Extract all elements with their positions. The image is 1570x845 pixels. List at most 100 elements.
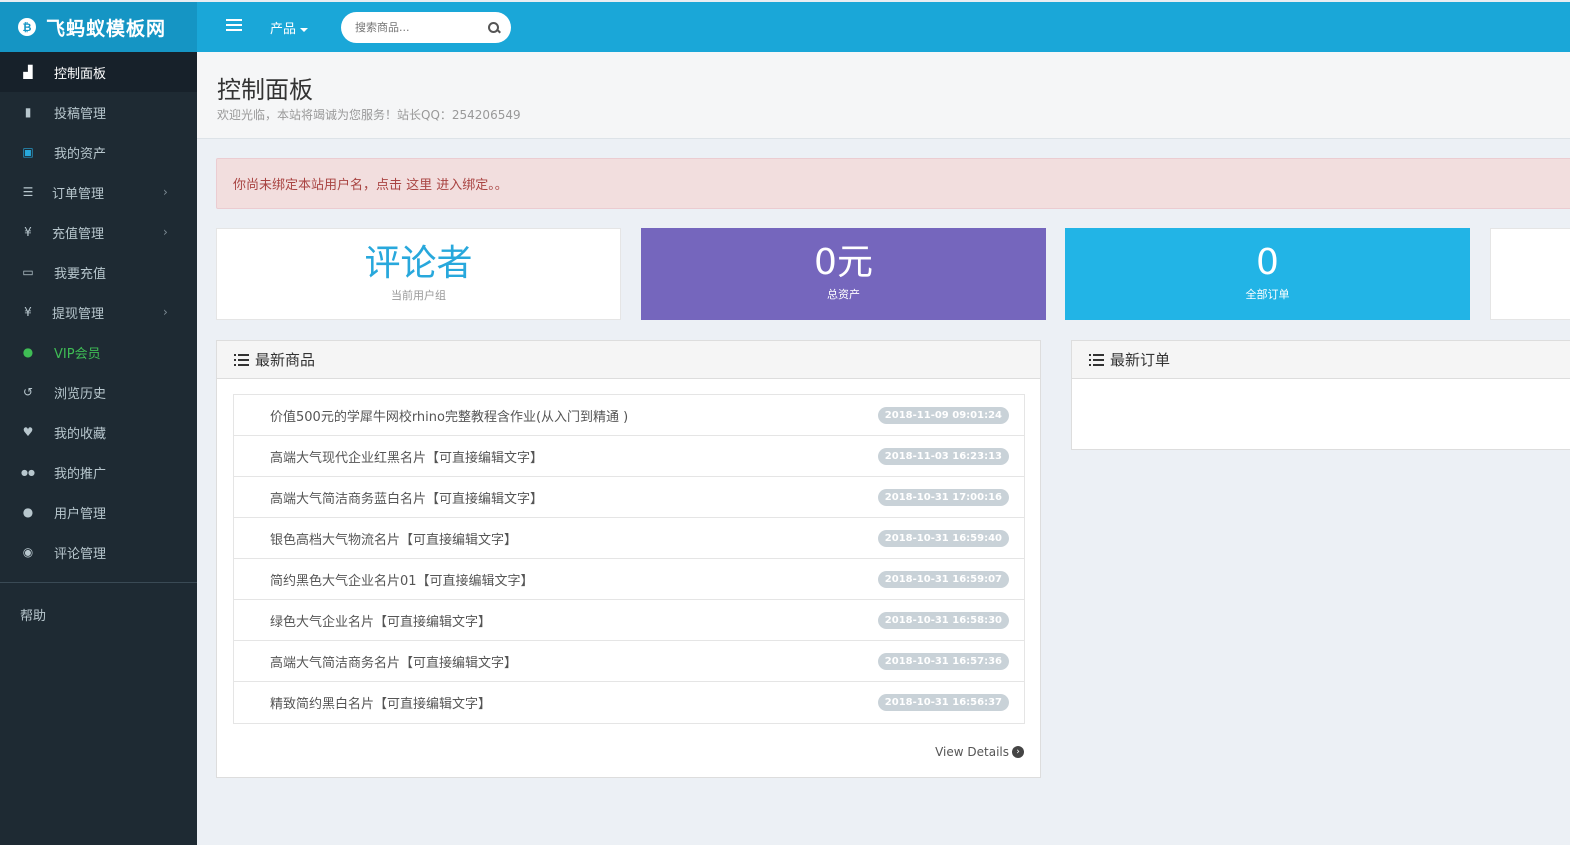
- list-item[interactable]: 高端大气简洁商务蓝白名片【可直接编辑文字】 2018-10-31 17:00:16: [234, 477, 1024, 518]
- heart-icon: ♥: [22, 425, 34, 439]
- alert-text: 你尚未绑定本站用户名，点击: [233, 178, 407, 193]
- sidebar-item-favorites[interactable]: ♥ 我的收藏: [0, 412, 197, 452]
- sidebar-item-label: 我的推广: [54, 466, 107, 482]
- sidebar-item-users[interactable]: ● 用户管理: [0, 492, 197, 532]
- sidebar-item-label: 投稿管理: [54, 106, 107, 122]
- search-icon[interactable]: [487, 21, 501, 35]
- sidebar-item-comments[interactable]: ◉ 评论管理: [0, 532, 197, 572]
- sidebar-item-label: VIP会员: [54, 346, 101, 362]
- list-item[interactable]: 绿色大气企业名片【可直接编辑文字】 2018-10-31 16:58:30: [234, 600, 1024, 641]
- user-icon: ●: [22, 505, 34, 519]
- sidebar-item-label: 我的资产: [54, 146, 107, 162]
- sidebar-item-label: 控制面板: [54, 66, 107, 82]
- chevron-right-icon: ›: [163, 185, 168, 199]
- sidebar-item-label: 我要充值: [54, 266, 107, 282]
- panel-heading: 最新订单: [1072, 341, 1570, 379]
- logo[interactable]: ₿ 飞蚂蚁模板网: [0, 2, 197, 52]
- sidebar-item-orders[interactable]: ☰ 订单管理 ›: [0, 172, 197, 212]
- goods-title: 简约黑色大气企业名片01【可直接编辑文字】: [270, 573, 534, 589]
- goods-title: 银色高档大气物流名片【可直接编辑文字】: [270, 532, 518, 548]
- time-badge: 2018-10-31 16:58:30: [877, 611, 1009, 629]
- sidebar-item-history[interactable]: ↺ 浏览历史: [0, 372, 197, 412]
- list-item[interactable]: 精致简约黑白名片【可直接编辑文字】 2018-10-31 16:56:37: [234, 682, 1024, 723]
- bitcoin-icon: ₿: [18, 18, 36, 36]
- stat-label: 当前用户组: [391, 289, 446, 302]
- help-link[interactable]: 帮助: [0, 583, 197, 624]
- yen-icon: ¥: [24, 225, 32, 239]
- sidebar-item-recharge[interactable]: ▭ 我要充值: [0, 252, 197, 292]
- list-icon: [234, 353, 249, 366]
- list-item[interactable]: 简约黑色大气企业名片01【可直接编辑文字】 2018-10-31 16:59:07: [234, 559, 1024, 600]
- file-icon: ▮: [24, 105, 32, 119]
- view-details-link[interactable]: View Details ›: [935, 745, 1024, 759]
- alert-text-after: 进入绑定。。: [432, 178, 508, 193]
- sidebar-item-label: 订单管理: [52, 186, 105, 202]
- stat-box-partial: [1490, 228, 1570, 320]
- user-icon: ●: [22, 345, 34, 359]
- panel-title: 最新商品: [255, 351, 316, 369]
- sidebar-item-submissions[interactable]: ▮ 投稿管理: [0, 92, 197, 132]
- sidebar-item-vip[interactable]: ● VIP会员: [0, 332, 197, 372]
- history-icon: ↺: [22, 385, 34, 399]
- sidebar-item-assets[interactable]: ▣ 我的资产: [0, 132, 197, 172]
- sidebar-item-label: 我的收藏: [54, 426, 107, 442]
- list-icon: [1089, 353, 1104, 366]
- page-title: 控制面板: [217, 76, 313, 104]
- goods-title: 精致简约黑白名片【可直接编辑文字】: [270, 697, 492, 712]
- product-dropdown-label: 产品: [270, 22, 297, 37]
- goods-title: 高端大气简洁商务名片【可直接编辑文字】: [270, 655, 518, 671]
- search-input[interactable]: [355, 21, 483, 34]
- sidebar-item-label: 提现管理: [52, 306, 105, 322]
- page-subtitle: 欢迎光临，本站将竭诚为您服务！站长QQ：254206549: [217, 108, 521, 122]
- sidebar-toggle-icon[interactable]: [226, 19, 242, 33]
- time-badge: 2018-10-31 17:00:16: [877, 488, 1009, 506]
- goods-list: 价值500元的学犀牛网校rhino完整教程含作业(从入门到精通 ) 2018-11…: [233, 394, 1025, 724]
- time-badge: 2018-11-03 16:23:13: [877, 447, 1009, 465]
- sidebar-item-label: 用户管理: [54, 506, 107, 522]
- search-box: [341, 12, 511, 43]
- stat-total-orders: 0 全部订单: [1065, 228, 1470, 320]
- list-icon: ☰: [22, 185, 34, 199]
- sidebar-item-promotion[interactable]: ●● 我的推广: [0, 452, 197, 492]
- goods-title: 绿色大气企业名片【可直接编辑文字】: [270, 614, 492, 630]
- bind-link[interactable]: 这里: [406, 174, 432, 193]
- list-item[interactable]: 价值500元的学犀牛网校rhino完整教程含作业(从入门到精通 ) 2018-11…: [234, 395, 1024, 436]
- view-details-label: View Details: [935, 745, 1009, 759]
- brand-name: 飞蚂蚁模板网: [46, 17, 167, 40]
- caret-down-icon: [300, 27, 309, 32]
- sidebar: ▟ 控制面板 ▮ 投稿管理 ▣ 我的资产 ☰ 订单管理 › ¥ 充值管理 › ▭…: [0, 52, 197, 845]
- arrow-circle-right-icon: ›: [1012, 746, 1024, 758]
- time-badge: 2018-10-31 16:57:36: [877, 652, 1009, 670]
- panel-heading: 最新商品: [217, 341, 1040, 379]
- stat-label: 总资产: [827, 288, 860, 301]
- sidebar-item-recharge-manage[interactable]: ¥ 充值管理 ›: [0, 212, 197, 252]
- sidebar-item-dashboard[interactable]: ▟ 控制面板: [0, 52, 197, 92]
- goods-title: 高端大气现代企业红黑名片【可直接编辑文字】: [270, 450, 544, 466]
- money-icon: ▣: [22, 145, 34, 159]
- product-dropdown[interactable]: 产品: [270, 18, 309, 37]
- latest-orders-panel: 最新订单: [1071, 340, 1570, 450]
- sidebar-item-label: 浏览历史: [54, 386, 107, 402]
- list-item[interactable]: 银色高档大气物流名片【可直接编辑文字】 2018-10-31 16:59:40: [234, 518, 1024, 559]
- bar-chart-icon: ▟: [23, 65, 33, 79]
- list-item[interactable]: 高端大气现代企业红黑名片【可直接编辑文字】 2018-11-03 16:23:13: [234, 436, 1024, 477]
- stat-value: 0元: [814, 242, 873, 283]
- stat-value: 评论者: [364, 243, 473, 284]
- top-navbar: ₿ 飞蚂蚁模板网 产品: [0, 0, 1570, 52]
- content-header: 控制面板 欢迎光临，本站将竭诚为您服务！站长QQ：254206549: [197, 52, 1570, 139]
- goods-title: 高端大气简洁商务蓝白名片【可直接编辑文字】: [270, 491, 544, 507]
- chevron-right-icon: ›: [163, 225, 168, 239]
- credit-card-icon: ▭: [22, 265, 34, 279]
- yen-icon: ¥: [24, 305, 32, 319]
- panel-title: 最新订单: [1110, 351, 1171, 369]
- list-item[interactable]: 高端大气简洁商务名片【可直接编辑文字】 2018-10-31 16:57:36: [234, 641, 1024, 682]
- stat-total-assets: 0元 总资产: [641, 228, 1046, 320]
- chevron-right-icon: ›: [163, 305, 168, 319]
- sidebar-item-withdraw[interactable]: ¥ 提现管理 ›: [0, 292, 197, 332]
- time-badge: 2018-10-31 16:56:37: [877, 694, 1009, 711]
- time-badge: 2018-10-31 16:59:40: [877, 529, 1009, 547]
- bind-alert: 你尚未绑定本站用户名，点击 这里 进入绑定。。: [216, 158, 1570, 209]
- stat-label: 全部订单: [1245, 288, 1290, 301]
- goods-title: 价值500元的学犀牛网校rhino完整教程含作业(从入门到精通 ): [270, 409, 629, 425]
- sidebar-item-label: 充值管理: [52, 226, 105, 242]
